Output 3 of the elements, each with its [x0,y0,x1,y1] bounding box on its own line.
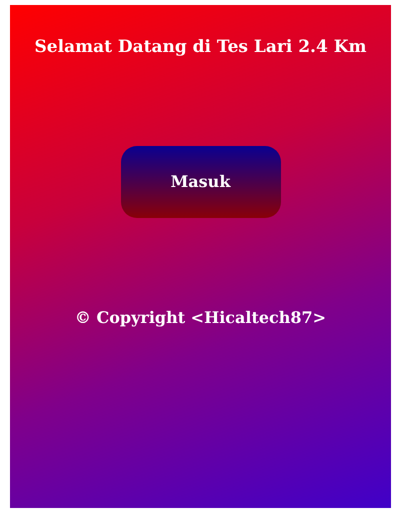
copyright-text: © Copyright <Hicaltech87> [74,306,326,328]
welcome-title: Selamat Datang di Tes Lari 2.4 Km [34,36,366,59]
login-button[interactable]: Masuk [120,146,280,218]
